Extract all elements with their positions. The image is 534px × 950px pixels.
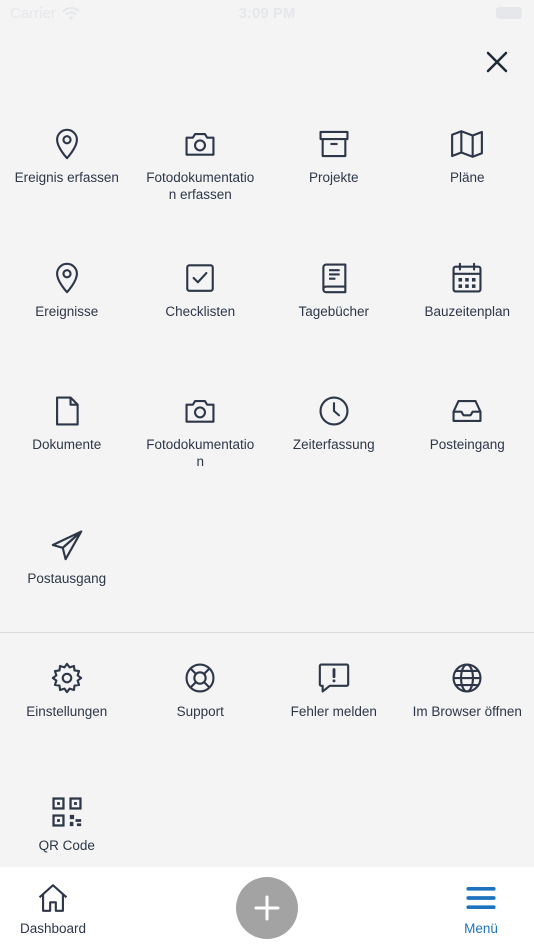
gear-icon: [51, 662, 82, 694]
book-icon: [322, 262, 347, 293]
archive-box-icon: [319, 130, 349, 158]
hamburger-menu-icon: [466, 886, 496, 910]
tab-menu[interactable]: Menü: [446, 881, 516, 936]
menu-item-label: Dokumente: [32, 437, 102, 452]
qr-code-icon: [52, 796, 82, 827]
menu-item-dokumente[interactable]: Dokumente: [0, 379, 134, 513]
menu-item-label: Bauzeitenplan: [424, 303, 511, 319]
battery-icon: [496, 7, 522, 19]
map-pin-icon: [55, 262, 78, 293]
menu-item-posteingang[interactable]: Posteingang: [401, 379, 534, 513]
menu-item-label: Einstellungen: [26, 704, 108, 719]
clock-icon: [319, 396, 349, 426]
calendar-icon: [452, 262, 482, 293]
menu-item-label: Fehler melden: [290, 704, 377, 719]
menu-item-fotodokumentation-erfassen[interactable]: Fotodokumentation erfassen: [134, 112, 268, 246]
menu-item-ereignisse[interactable]: Ereignisse: [0, 246, 134, 380]
status-time: 3:09 PM: [238, 5, 296, 22]
add-button[interactable]: [236, 877, 298, 939]
menu-item-fotodokumentation[interactable]: Fotodokumentation: [134, 379, 268, 513]
menu-item-label: Fotodokumentation: [146, 437, 255, 469]
menu-item-label: Checklisten: [165, 303, 236, 319]
status-bar: Carrier 3:09 PM: [0, 0, 534, 28]
camera-icon: [185, 133, 215, 156]
close-icon: [486, 51, 508, 73]
menu-item-postausgang[interactable]: Postausgang: [0, 513, 134, 647]
menu-item-label: Fotodokumentation erfassen: [146, 170, 255, 202]
menu-item-tagebuecher[interactable]: Tagebücher: [267, 246, 401, 380]
menu-item-label: Projekte: [308, 170, 359, 185]
globe-icon: [452, 663, 482, 693]
menu-item-im-browser-oeffnen[interactable]: Im Browser öffnen: [401, 646, 534, 780]
document-icon: [55, 396, 79, 426]
close-button[interactable]: [480, 45, 514, 79]
checkbox-icon: [186, 263, 215, 292]
menu-item-einstellungen[interactable]: Einstellungen: [0, 646, 134, 780]
menu-item-bauzeitenplan[interactable]: Bauzeitenplan: [401, 246, 534, 380]
tab-dashboard[interactable]: Dashboard: [18, 881, 88, 936]
menu-item-fehler-melden[interactable]: Fehler melden: [267, 646, 401, 780]
menu-item-support[interactable]: Support: [134, 646, 268, 780]
menu-item-label: Ereignis erfassen: [14, 170, 119, 185]
menu-item-label: Im Browser öffnen: [412, 704, 522, 719]
paper-plane-icon: [51, 529, 82, 560]
menu-item-label: QR Code: [38, 837, 95, 853]
menu-item-plaene[interactable]: Pläne: [401, 112, 534, 246]
tab-menu-label: Menü: [464, 921, 498, 936]
menu-item-label: Support: [176, 704, 224, 719]
home-icon: [38, 884, 68, 912]
camera-icon: [185, 400, 215, 423]
inbox-icon: [452, 400, 482, 422]
menu-item-label: Postausgang: [27, 570, 107, 586]
alert-message-icon: [318, 663, 349, 693]
menu-grid: Ereignis erfassen Fotodokumentation erfa…: [0, 112, 534, 646]
menu-item-checklisten[interactable]: Checklisten: [134, 246, 268, 380]
map-pin-icon: [55, 128, 78, 160]
menu-item-ereignis-erfassen[interactable]: Ereignis erfassen: [0, 112, 134, 246]
menu-item-label: Zeiterfassung: [292, 437, 375, 452]
menu-item-projekte[interactable]: Projekte: [267, 112, 401, 246]
lifebuoy-icon: [185, 663, 215, 693]
section-divider: [0, 632, 534, 633]
menu-item-label: Pläne: [449, 170, 485, 185]
tab-dashboard-label: Dashboard: [19, 921, 87, 936]
plus-icon: [254, 895, 280, 921]
menu-item-label: Tagebücher: [298, 303, 370, 319]
map-icon: [451, 130, 484, 158]
menu-item-label: Posteingang: [429, 437, 505, 452]
menu-item-label: Ereignisse: [35, 303, 99, 319]
menu-item-zeiterfassung[interactable]: Zeiterfassung: [267, 379, 401, 513]
